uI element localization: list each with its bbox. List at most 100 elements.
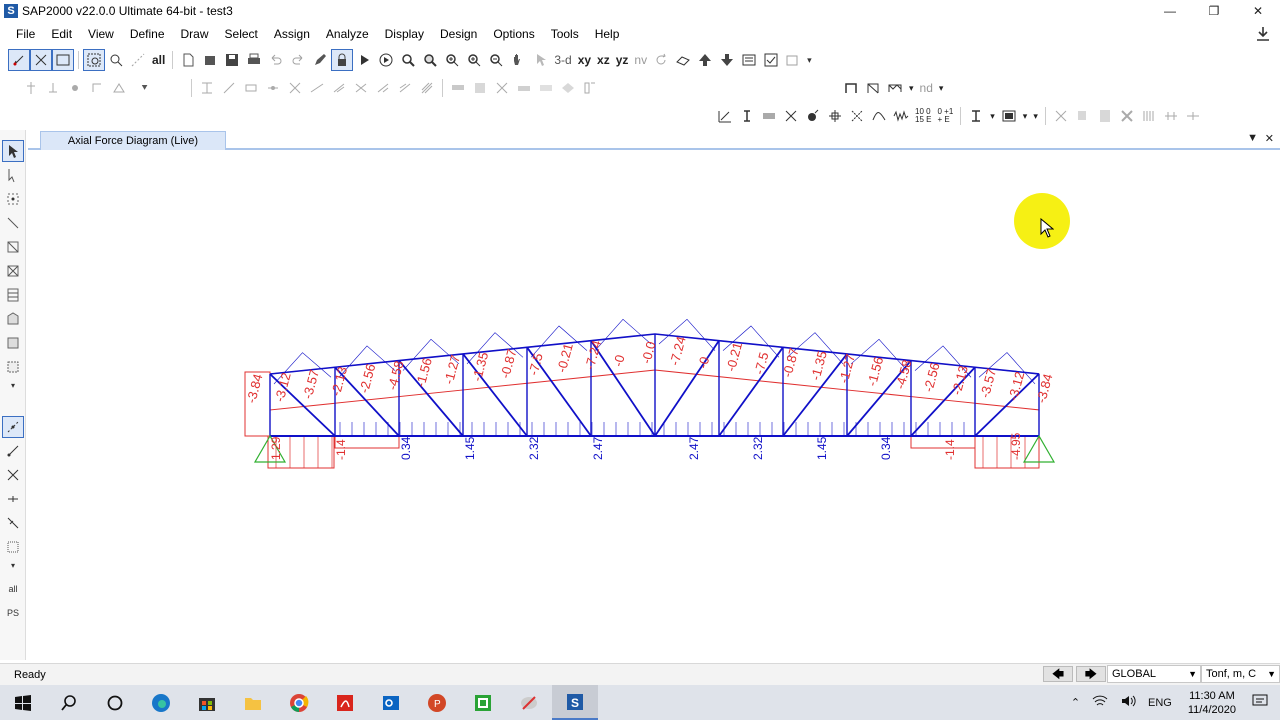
next-view-button[interactable]: 🡆 <box>1076 666 1106 682</box>
nd-button[interactable]: nd <box>917 81 936 95</box>
joint-load-icon[interactable] <box>64 77 86 99</box>
area-thickness-icon[interactable] <box>513 77 535 99</box>
frame-release-icon[interactable] <box>218 77 240 99</box>
table-edit-button[interactable]: 0 +1 + E <box>934 108 956 124</box>
coord-system-select[interactable]: GLOBAL ▼ <box>1107 665 1201 683</box>
select-all-button[interactable]: all <box>2 578 24 600</box>
zoom-window-button[interactable] <box>83 49 105 71</box>
outlook-icon[interactable] <box>368 685 414 720</box>
chevron-down-icon[interactable]: ▾ <box>2 380 24 390</box>
pencil-icon[interactable] <box>309 49 331 71</box>
paint-icon[interactable] <box>506 685 552 720</box>
units-select[interactable]: Tonf, m, C ▼ <box>1201 665 1280 683</box>
area-section-icon[interactable] <box>447 77 469 99</box>
zoom-fit-icon[interactable] <box>419 49 441 71</box>
quick-draw-area-icon[interactable] <box>2 356 24 378</box>
menu-assign[interactable]: Assign <box>266 27 318 41</box>
menu-analyze[interactable]: Analyze <box>318 27 377 41</box>
snap-lines-icon[interactable] <box>2 512 24 534</box>
menu-view[interactable]: View <box>80 27 122 41</box>
menu-edit[interactable]: Edit <box>43 27 80 41</box>
chevron-down-icon[interactable]: ▾ <box>906 83 917 94</box>
assign-display-icon[interactable] <box>782 49 804 71</box>
tab-close-icon[interactable]: ✕ <box>1265 132 1274 145</box>
frame-section-icon[interactable] <box>196 77 218 99</box>
intersect-select-button[interactable] <box>127 49 149 71</box>
menu-define[interactable]: Define <box>122 27 173 41</box>
snap-points-icon[interactable] <box>2 416 24 438</box>
zoom-in-icon[interactable] <box>441 49 463 71</box>
powerpoint-icon[interactable]: P <box>414 685 460 720</box>
zoom-search-button[interactable] <box>105 49 127 71</box>
file-explorer-icon[interactable] <box>230 685 276 720</box>
minimize-button[interactable]: — <box>1148 0 1192 22</box>
select-all-label[interactable]: all <box>149 53 168 67</box>
tab-axial-force-diagram[interactable]: Axial Force Diagram (Live) <box>40 131 226 150</box>
draw-frame-icon[interactable] <box>2 212 24 234</box>
curve-icon[interactable] <box>868 105 890 127</box>
sap2000-taskbar-icon[interactable]: S <box>552 685 598 720</box>
select-pointer-button[interactable] <box>8 49 30 71</box>
search-icon[interactable] <box>46 685 92 720</box>
frame-moment-icon[interactable] <box>372 77 394 99</box>
area-display-icon[interactable] <box>998 105 1020 127</box>
snap-perpendicular-icon[interactable] <box>2 488 24 510</box>
move-joints-icon[interactable] <box>824 105 846 127</box>
frame-hinge-icon[interactable] <box>262 77 284 99</box>
frame-shape-icon[interactable] <box>840 77 862 99</box>
close-button[interactable]: ✕ <box>1236 0 1280 22</box>
prev-view-button[interactable]: 🡄 <box>1043 666 1073 682</box>
mass-icon[interactable] <box>108 77 130 99</box>
joint-restraint-icon[interactable] <box>42 77 64 99</box>
chevron-down-icon[interactable]: ▾ <box>1020 111 1031 122</box>
rotate-icon[interactable] <box>650 49 672 71</box>
area-tendon-icon[interactable] <box>579 77 601 99</box>
waveform-icon[interactable] <box>890 105 912 127</box>
chrome-icon[interactable] <box>276 685 322 720</box>
pointer-tool-icon[interactable] <box>529 49 551 71</box>
edge-icon[interactable] <box>138 685 184 720</box>
open-model-icon[interactable] <box>199 49 221 71</box>
pointer-icon[interactable] <box>2 140 24 162</box>
print-icon[interactable] <box>243 49 265 71</box>
area-stiffness-icon[interactable] <box>491 77 513 99</box>
set-display-options-icon[interactable] <box>738 49 760 71</box>
acrobat-icon[interactable] <box>322 685 368 720</box>
forces-icon[interactable] <box>736 105 758 127</box>
table-display-button[interactable]: 10 0 15 E <box>912 108 934 124</box>
draw-frame-button[interactable] <box>30 49 52 71</box>
reshaper-icon[interactable] <box>2 164 24 186</box>
chevron-down-icon[interactable]: ▾ <box>2 560 24 570</box>
chevron-down-icon[interactable]: ▾ <box>804 55 815 66</box>
chevron-down-icon[interactable]: ▾ <box>936 83 947 94</box>
frame-offset-icon[interactable] <box>240 77 262 99</box>
truss-frame-icon[interactable] <box>884 77 906 99</box>
paste-icon[interactable] <box>1094 105 1116 127</box>
menu-select[interactable]: Select <box>217 27 266 41</box>
frame-load-icon[interactable] <box>284 77 306 99</box>
lock-icon[interactable] <box>331 49 354 71</box>
join-frames-icon[interactable] <box>1182 105 1204 127</box>
stress-icon[interactable] <box>758 105 780 127</box>
area-wall-icon[interactable] <box>557 77 579 99</box>
snap-ends-icon[interactable] <box>2 440 24 462</box>
view-xy-button[interactable]: xy <box>575 53 594 67</box>
frame-output-icon[interactable] <box>394 77 416 99</box>
tray-chevron-icon[interactable]: ⌃ <box>1065 696 1086 709</box>
notification-icon[interactable] <box>1246 694 1280 711</box>
windows-start-icon[interactable] <box>0 685 46 720</box>
language-indicator[interactable]: ENG <box>1142 697 1178 709</box>
view-nv-button[interactable]: nv <box>631 53 650 67</box>
check-box-icon[interactable] <box>760 49 782 71</box>
deformed-shape-icon[interactable] <box>714 105 736 127</box>
cut-icon[interactable] <box>1050 105 1072 127</box>
draw-joint-icon[interactable] <box>2 188 24 210</box>
frame-bracing-icon[interactable] <box>416 77 438 99</box>
frame-strain-icon[interactable] <box>350 77 372 99</box>
zoom-in-step-icon[interactable] <box>463 49 485 71</box>
draw-poly-area-icon[interactable] <box>2 308 24 330</box>
undo-icon[interactable] <box>265 49 287 71</box>
new-model-icon[interactable] <box>177 49 199 71</box>
run-live-icon[interactable] <box>375 49 397 71</box>
portal-frame-icon[interactable] <box>862 77 884 99</box>
